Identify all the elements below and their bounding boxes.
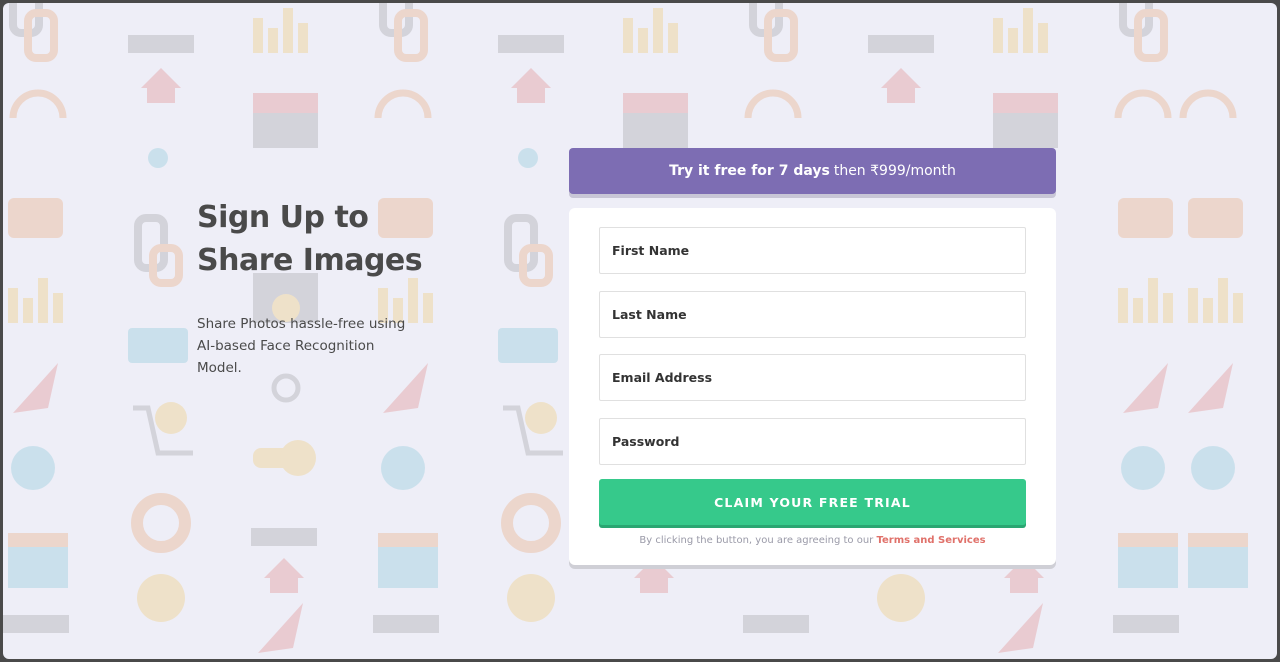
terms-prefix: By clicking the button, you are agreeing…	[639, 535, 874, 546]
trial-banner-price: then ₹999/month	[833, 163, 956, 179]
key-icon	[253, 440, 316, 476]
first-name-field[interactable]	[599, 227, 1026, 274]
signup-form-card: CLAIM YOUR FREE TRIAL By clicking the bu…	[569, 208, 1056, 565]
email-field[interactable]	[599, 354, 1026, 401]
trial-banner-bold: Try it free for 7 days	[669, 163, 830, 179]
page-title: Sign Up to Share Images	[197, 196, 457, 282]
hero-section: Sign Up to Share Images Share Photos has…	[197, 196, 457, 379]
page-title-line-1: Sign Up to	[197, 200, 369, 235]
search-icon	[271, 373, 301, 403]
claim-free-trial-button[interactable]: CLAIM YOUR FREE TRIAL	[599, 479, 1026, 525]
terms-link[interactable]: Terms and Services	[876, 535, 985, 546]
last-name-field[interactable]	[599, 291, 1026, 338]
trial-banner: Try it free for 7 days then ₹999/month	[569, 148, 1056, 194]
lightbulb-icon	[137, 574, 925, 622]
terms-notice: By clicking the button, you are agreeing…	[569, 535, 1056, 546]
password-field[interactable]	[599, 418, 1026, 465]
shopping-cart-icon	[133, 405, 563, 456]
page-subtitle: Share Photos hassle-free using AI-based …	[197, 316, 406, 376]
page-title-line-2: Share Images	[197, 243, 423, 278]
page-frame: Sign Up to Share Images Share Photos has…	[3, 3, 1277, 659]
